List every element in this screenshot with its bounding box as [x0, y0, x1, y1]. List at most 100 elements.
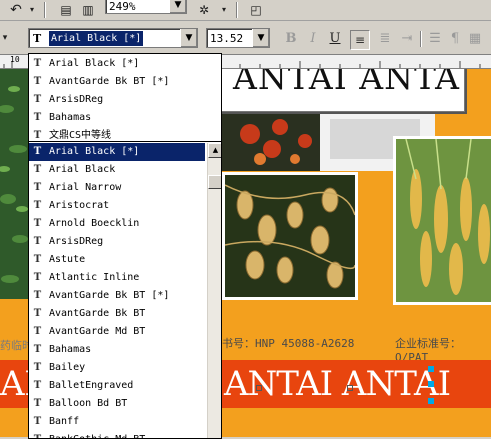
font-item[interactable]: T AvantGarde Bk BT [*] — [29, 287, 205, 305]
truetype-icon: T — [33, 362, 42, 373]
chevron-down-icon[interactable]: ▾ — [0, 30, 10, 46]
font-item[interactable]: T Banff — [29, 413, 205, 431]
scroll-up-button[interactable]: ▲ — [208, 143, 221, 158]
rice-photo — [393, 136, 491, 305]
font-item-label: Astute — [49, 254, 86, 265]
recent-font-item[interactable]: T ArsisDReg — [29, 91, 205, 109]
selection-handle[interactable] — [428, 398, 434, 404]
truetype-icon: T — [33, 380, 42, 391]
selection-handle[interactable] — [428, 366, 434, 372]
font-item[interactable]: TBankGothic Md BT — [29, 431, 205, 438]
paragraph-icon[interactable]: ¶ — [446, 30, 464, 48]
font-item-label: ArsisDReg — [49, 236, 104, 247]
license-text-mid: 书号：HNP 45088-A2628 — [222, 337, 355, 350]
undo-icon[interactable]: ↶ — [8, 2, 24, 18]
recent-font-item[interactable]: T Bahamas — [29, 109, 205, 127]
node-handle[interactable] — [347, 385, 353, 391]
font-item[interactable]: T AvantGarde Bk BT — [29, 305, 205, 323]
truetype-icon: T — [33, 146, 42, 157]
application-launcher-icon[interactable]: ✲ — [196, 2, 212, 18]
list-icon[interactable]: ☰ — [426, 30, 444, 48]
font-item-label: AvantGarde Bk BT — [49, 308, 146, 319]
font-item-label: AvantGarde Bk BT [*] — [49, 76, 170, 87]
truetype-icon: T — [33, 130, 42, 141]
underline-icon[interactable]: U — [326, 30, 344, 48]
truetype-icon: T — [33, 290, 42, 301]
columns-icon[interactable]: ▦ — [466, 30, 484, 48]
italic-icon[interactable]: I — [304, 30, 322, 48]
font-item[interactable]: T Arnold Boecklin — [29, 215, 205, 233]
font-item[interactable]: T ArsisDReg — [29, 233, 205, 251]
bullet-icon[interactable]: ≣ — [376, 30, 394, 48]
font-size-combo[interactable]: 13.52 ▼ — [206, 28, 270, 48]
font-item-label: BalletEngraved — [49, 380, 134, 391]
font-item-label: Bailey — [49, 362, 86, 373]
node-handle[interactable] — [256, 385, 262, 391]
font-item-label: Arial Black — [49, 164, 116, 175]
font-item[interactable]: T Bailey — [29, 359, 205, 377]
font-item[interactable]: T Arial Narrow — [29, 179, 205, 197]
font-item-label: AvantGarde Md BT — [49, 326, 146, 337]
truetype-icon: T — [33, 164, 42, 175]
font-item-label: BankGothic Md BT — [49, 431, 145, 438]
truetype-icon: T — [33, 236, 42, 247]
truetype-icon: T — [33, 76, 42, 87]
font-list-scrollbar[interactable]: ▲ — [207, 143, 221, 438]
font-size-value: 13.52 — [210, 32, 244, 45]
truetype-icon: T — [33, 94, 42, 105]
font-item-label: Arnold Boecklin — [49, 218, 140, 229]
font-item[interactable]: T Atlantic Inline — [29, 269, 205, 287]
scroll-thumb[interactable] — [208, 175, 221, 189]
recent-font-item[interactable]: T Arial Black [*] — [29, 55, 205, 73]
selection-handle[interactable] — [428, 381, 434, 387]
font-item-label: Banff — [49, 416, 80, 427]
truetype-icon: T — [33, 32, 42, 45]
font-item[interactable]: T Balloon Bd BT — [29, 395, 205, 413]
import-icon[interactable]: ▤ — [58, 2, 74, 18]
font-item-label: AvantGarde Bk BT [*] — [49, 290, 170, 301]
font-item-label: Aristocrat — [49, 200, 110, 211]
font-item-label: Bahamas — [49, 344, 92, 355]
ruler-label: 10 — [10, 55, 20, 64]
font-item[interactable]: T BalletEngraved — [29, 377, 205, 395]
chevron-down-icon[interactable]: ▼ — [180, 29, 197, 47]
title-text-frame[interactable]: ANTAI ANTA — [218, 69, 465, 112]
font-item[interactable]: T Bahamas — [29, 341, 205, 359]
font-list-combo[interactable]: T Arial Black [*] ▼ — [28, 28, 198, 48]
peanut-photo — [222, 172, 358, 300]
truetype-icon: T — [33, 398, 42, 409]
corel-online-icon[interactable]: ◰ — [248, 2, 264, 18]
truetype-icon: T — [33, 58, 42, 69]
truetype-icon: T — [33, 218, 42, 229]
toolbar-separator — [236, 2, 238, 18]
truetype-icon: T — [33, 182, 42, 193]
align-icon[interactable]: ≡ — [350, 30, 370, 50]
property-bar: ▾ T Arial Black [*] ▼ 13.52 ▼ B I U ≡ ≣ … — [0, 22, 491, 55]
truetype-icon: T — [33, 112, 42, 123]
indent-icon[interactable]: ⇥ — [398, 30, 416, 48]
toolbar-separator — [420, 31, 422, 47]
font-item-selected[interactable]: T Arial Black [*] — [29, 143, 205, 161]
export-icon[interactable]: ▥ — [80, 2, 96, 18]
launcher-dropdown-icon[interactable]: ▾ — [216, 2, 232, 18]
font-item[interactable]: T Astute — [29, 251, 205, 269]
standard-toolbar: ↶ ▾ ▤ ▥ 249% ▼ ✲ ▾ ◰ — [0, 0, 491, 21]
zoom-value: 249% — [109, 0, 136, 13]
bold-icon[interactable]: B — [282, 30, 300, 48]
chevron-down-icon[interactable]: ▼ — [169, 0, 186, 13]
undo-dropdown-icon[interactable]: ▾ — [24, 2, 40, 18]
font-item[interactable]: T Aristocrat — [29, 197, 205, 215]
font-item-label: Bahamas — [49, 112, 92, 123]
font-item-label: Arial Narrow — [49, 182, 122, 193]
font-item[interactable]: T AvantGarde Md BT — [29, 323, 205, 341]
banner-text-right: ANTAI ANTAI — [224, 364, 451, 404]
font-item-label: Arial Black [*] — [49, 58, 140, 69]
font-dropdown-list[interactable]: T Arial Black [*] T AvantGarde Bk BT [*] T Ar… — [28, 53, 222, 439]
recent-font-item[interactable]: T AvantGarde Bk BT [*] — [29, 73, 205, 91]
font-item-label: ArsisDReg — [49, 94, 104, 105]
chevron-down-icon[interactable]: ▼ — [252, 29, 269, 47]
zoom-combo[interactable]: 249% ▼ — [105, 0, 187, 14]
recent-fonts-divider — [29, 141, 221, 142]
truetype-icon: T — [33, 254, 42, 265]
font-item[interactable]: T Arial Black — [29, 161, 205, 179]
